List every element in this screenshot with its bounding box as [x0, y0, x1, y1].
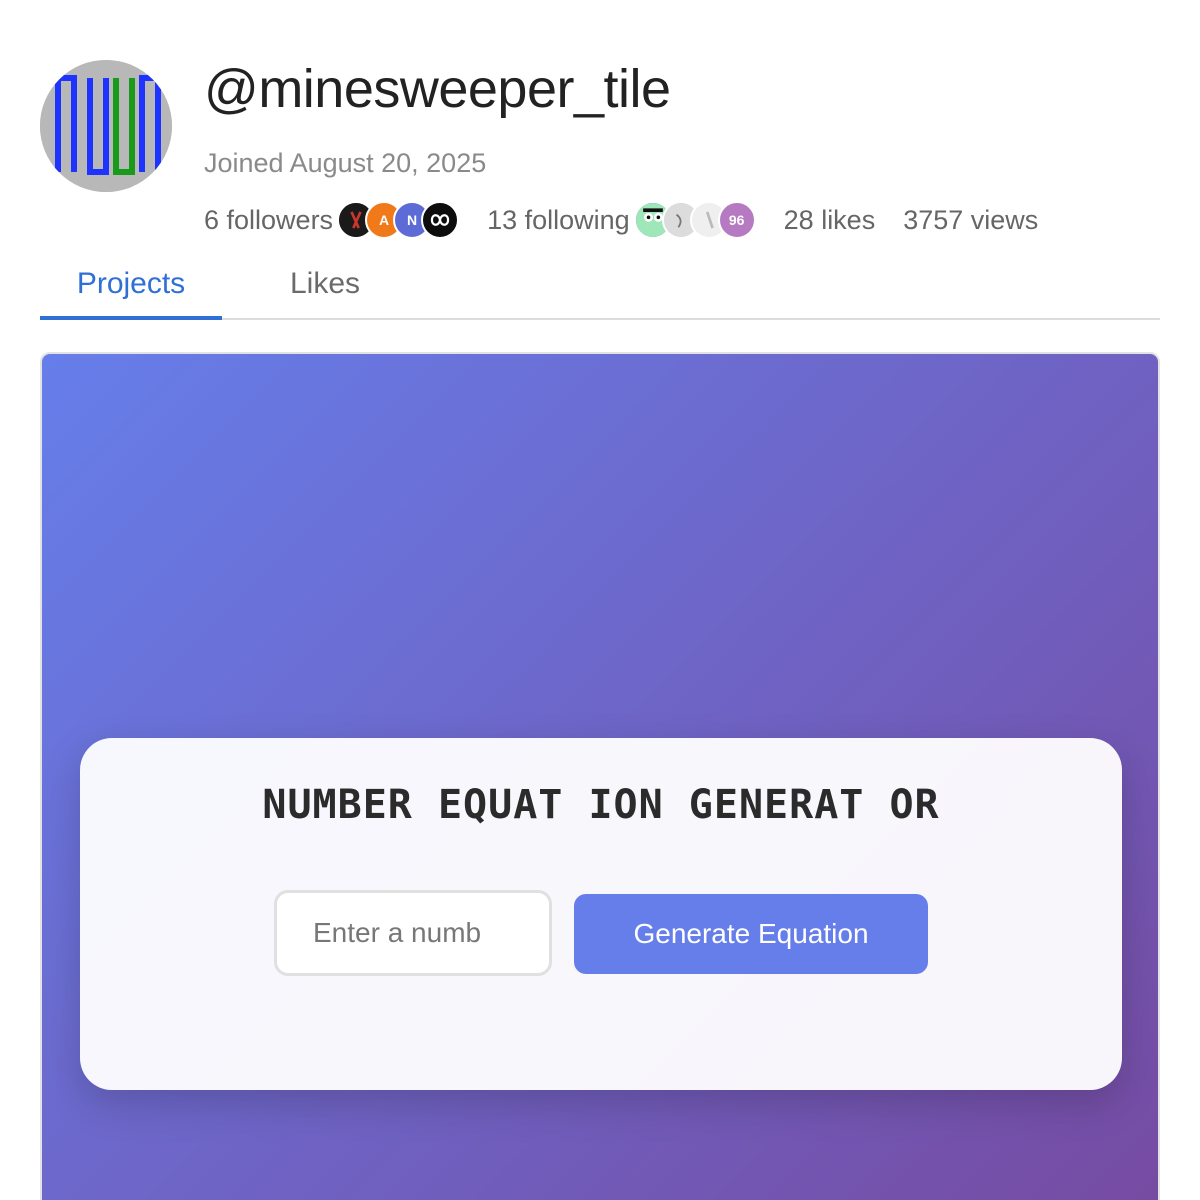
profile-username: @minesweeper_tile: [204, 59, 671, 119]
profile-stats: 6 followers A N 13 following 96 28 likes…: [204, 200, 1038, 240]
profile-tabs: Projects Likes: [40, 250, 1160, 320]
following-count[interactable]: 13 following: [487, 205, 630, 236]
tab-projects[interactable]: Projects: [40, 250, 222, 320]
project-preview[interactable]: NUMBER EQUAT ION GENERAT OR Generate Equ…: [40, 352, 1160, 1200]
tab-likes[interactable]: Likes: [250, 250, 400, 318]
infinity-avatar-icon[interactable]: [421, 201, 460, 239]
profile-joined-date: Joined August 20, 2025: [204, 148, 487, 178]
number-input[interactable]: [274, 890, 552, 976]
views-count: 3757 views: [903, 204, 1039, 235]
profile-avatar: [40, 60, 172, 192]
number-96-avatar-icon[interactable]: 96: [717, 201, 756, 239]
generator-title: NUMBER EQUAT ION GENERAT OR: [262, 782, 940, 828]
generate-equation-button[interactable]: Generate Equation: [574, 894, 928, 974]
blue-green-bars-avatar-icon: [40, 60, 172, 192]
likes-count: 28 likes: [783, 204, 876, 235]
generator-panel: NUMBER EQUAT ION GENERAT OR Generate Equ…: [80, 738, 1122, 1090]
following-avatars: 96: [633, 201, 756, 239]
followers-avatars: A N: [337, 201, 460, 239]
followers-count[interactable]: 6 followers: [204, 205, 333, 236]
